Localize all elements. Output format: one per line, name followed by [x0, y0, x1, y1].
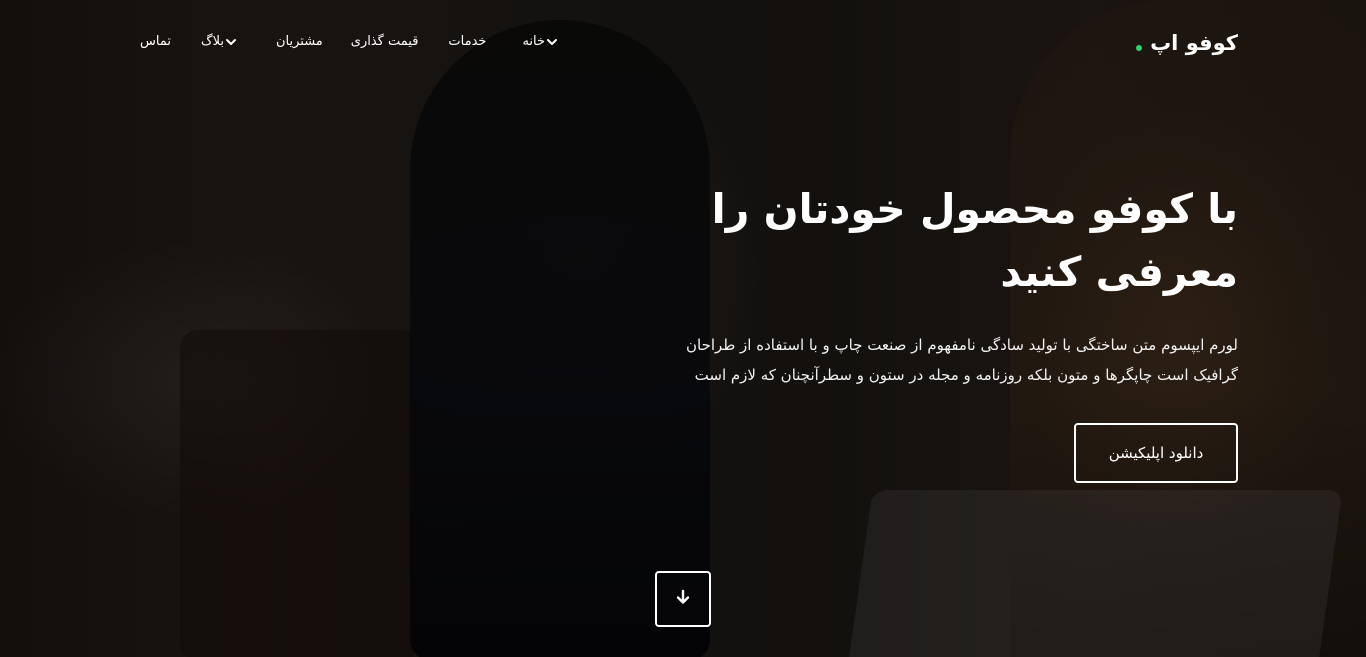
nav-item-home[interactable]: خانه	[522, 33, 567, 51]
chevron-down-icon	[224, 35, 238, 49]
brand-dot-icon	[1136, 45, 1143, 51]
nav-item-home-label: خانه	[522, 34, 546, 49]
nav-item-customers-label: مشتریان	[275, 34, 323, 49]
nav-item-services-label: خدمات	[448, 34, 487, 49]
nav-item-blog-label: بلاگ	[200, 34, 224, 49]
hero-lead-text: لورم ایپسوم متن ساختگی با تولید سادگی نا…	[686, 336, 1238, 384]
chevron-down-icon	[545, 35, 559, 49]
hero-content: با کوفو محصول خودتان را معرفی کنید لورم …	[638, 178, 1238, 390]
nav-item-blog[interactable]: بلاگ	[201, 33, 246, 51]
hero-headline: با کوفو محصول خودتان را معرفی کنید	[711, 185, 1238, 296]
nav-item-pricing[interactable]: قیمت گذاری	[351, 33, 419, 51]
navbar: کوفو اپ خانه خدمات قیمت گذاری مشتریان بل…	[0, 0, 1366, 88]
nav-item-contact[interactable]: تماس	[140, 33, 171, 51]
download-app-button[interactable]: دانلود اپلیکیشن	[1074, 423, 1238, 483]
nav-item-pricing-label: قیمت گذاری	[350, 34, 419, 49]
brand-logo[interactable]: کوفو اپ	[1136, 29, 1238, 57]
brand-name: کوفو اپ	[1150, 31, 1238, 55]
main-menu: خانه خدمات قیمت گذاری مشتریان بلاگ تماس	[140, 33, 567, 51]
hero-section: کوفو اپ خانه خدمات قیمت گذاری مشتریان بل…	[0, 0, 1366, 657]
arrow-down-icon	[675, 589, 691, 609]
scroll-down-button[interactable]	[655, 571, 711, 627]
nav-item-customers[interactable]: مشتریان	[276, 33, 323, 51]
nav-item-contact-label: تماس	[140, 34, 171, 49]
nav-item-services[interactable]: خدمات	[448, 33, 486, 51]
